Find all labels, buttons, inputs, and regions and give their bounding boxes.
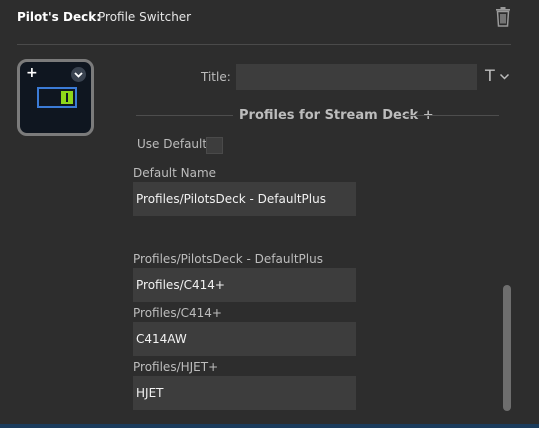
default-name-field[interactable]: Profiles/PilotsDeck - DefaultPlus <box>133 182 356 216</box>
section-divider-right <box>402 115 499 116</box>
use-default-checkbox[interactable] <box>206 137 223 154</box>
chevron-down-icon[interactable] <box>71 67 86 82</box>
default-name-label: Default Name <box>133 166 217 180</box>
profile-field-2[interactable]: C414AW <box>133 322 356 356</box>
profile-field-3[interactable]: HJET <box>133 376 356 410</box>
title-label: Title: <box>201 70 231 84</box>
switch-indicator <box>61 91 73 104</box>
plugin-name: Pilot's Deck: <box>17 10 101 24</box>
title-input[interactable] <box>236 64 477 90</box>
use-default-label: Use Default <box>137 137 208 151</box>
text-format-icon[interactable]: T <box>485 66 495 85</box>
header-divider <box>17 44 511 45</box>
property-inspector: Pilot's Deck: Profile Switcher + Title: … <box>0 0 539 428</box>
plus-icon[interactable]: + <box>26 65 38 81</box>
profile-field-1[interactable]: Profiles/C414+ <box>133 268 356 302</box>
title-format-chevron-icon[interactable] <box>499 71 510 82</box>
section-divider-left <box>136 115 233 116</box>
profile-label-2: Profiles/C414+ <box>133 306 222 320</box>
profile-label-1: Profiles/PilotsDeck - DefaultPlus <box>133 252 323 266</box>
bottom-bar <box>0 424 539 428</box>
action-name: Profile Switcher <box>98 10 192 24</box>
switch-icon <box>37 87 77 108</box>
profile-label-3: Profiles/HJET+ <box>133 360 219 374</box>
scrollbar-thumb[interactable] <box>503 285 511 411</box>
key-preview[interactable]: + <box>17 59 94 136</box>
trash-icon[interactable] <box>494 7 512 27</box>
